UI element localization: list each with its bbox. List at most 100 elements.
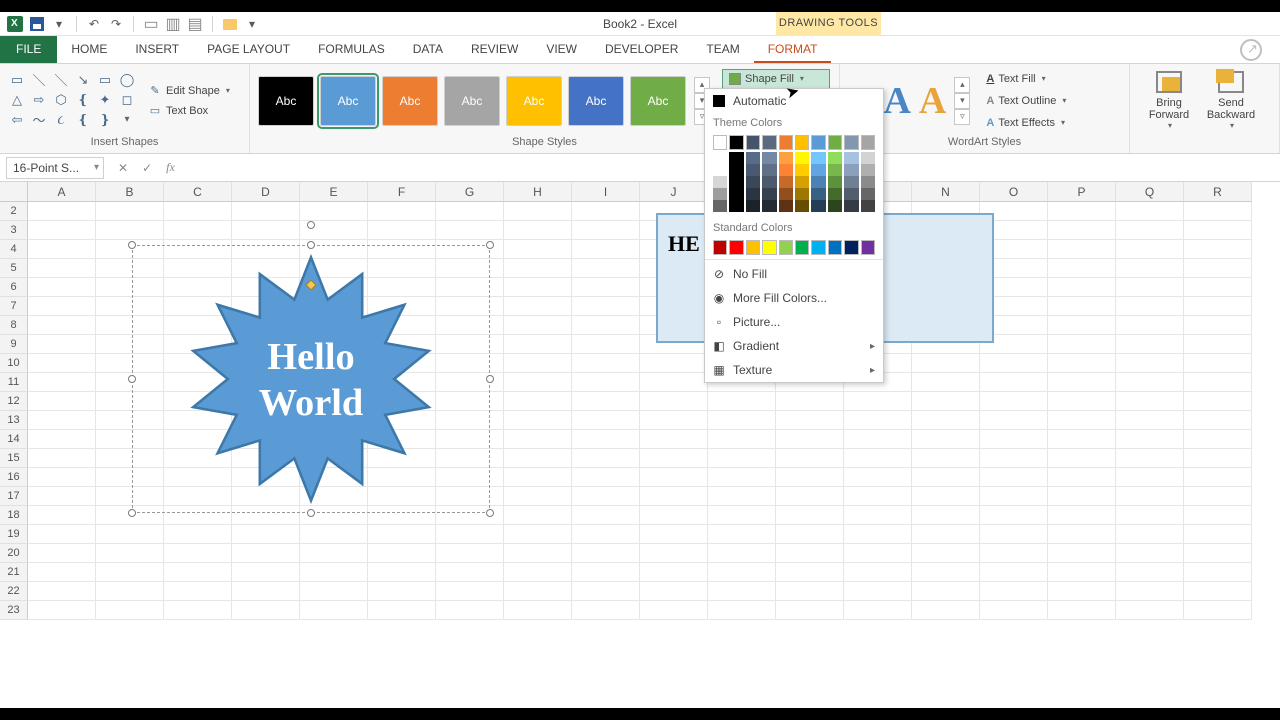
cell[interactable] (912, 487, 980, 506)
cell[interactable] (1116, 202, 1184, 221)
color-swatch[interactable] (795, 240, 809, 255)
cell[interactable] (1116, 373, 1184, 392)
col-header[interactable]: Q (1116, 182, 1184, 202)
cell[interactable] (572, 563, 640, 582)
cell[interactable] (504, 373, 572, 392)
color-swatch[interactable] (779, 200, 793, 212)
cell[interactable] (980, 487, 1048, 506)
cell[interactable] (504, 449, 572, 468)
shape-scribble-icon[interactable]: ૮ (52, 112, 70, 128)
cell[interactable] (28, 316, 96, 335)
color-swatch[interactable] (746, 176, 760, 188)
cell[interactable] (844, 582, 912, 601)
shape-brace-icon[interactable]: ❴ (74, 92, 92, 108)
shape-style-6[interactable]: Abc (568, 76, 624, 126)
cell[interactable] (572, 335, 640, 354)
cell[interactable] (708, 506, 776, 525)
cell[interactable] (1048, 601, 1116, 620)
handle-ne[interactable] (486, 241, 494, 249)
cell[interactable] (572, 506, 640, 525)
cell[interactable] (1048, 316, 1116, 335)
color-swatch[interactable] (762, 135, 776, 150)
cell[interactable] (572, 297, 640, 316)
cell[interactable] (572, 582, 640, 601)
row-header[interactable]: 8 (0, 316, 28, 335)
shape-style-1[interactable]: Abc (258, 76, 314, 126)
cell[interactable] (640, 525, 708, 544)
color-swatch[interactable] (811, 135, 825, 150)
cell[interactable] (504, 468, 572, 487)
color-swatch[interactable] (779, 135, 793, 150)
cell[interactable] (1184, 373, 1252, 392)
col-header[interactable]: F (368, 182, 436, 202)
color-swatch[interactable] (844, 135, 858, 150)
cell[interactable] (912, 430, 980, 449)
cell[interactable] (1048, 373, 1116, 392)
color-swatch[interactable] (729, 152, 743, 164)
qat-save-icon[interactable] (28, 15, 46, 33)
wordart-style-2[interactable]: A (883, 79, 910, 123)
cell[interactable] (1184, 240, 1252, 259)
cell[interactable] (436, 601, 504, 620)
cell[interactable] (640, 449, 708, 468)
row-header[interactable]: 10 (0, 354, 28, 373)
cell[interactable] (912, 468, 980, 487)
cell[interactable] (572, 601, 640, 620)
fx-icon[interactable]: fx (166, 160, 175, 175)
cell[interactable] (28, 525, 96, 544)
color-swatch[interactable] (713, 176, 727, 188)
cell[interactable] (708, 601, 776, 620)
cell[interactable] (912, 563, 980, 582)
cell[interactable] (640, 373, 708, 392)
color-swatch[interactable] (795, 176, 809, 188)
cell[interactable] (1184, 297, 1252, 316)
row-header[interactable]: 18 (0, 506, 28, 525)
shape-style-2[interactable]: Abc (320, 76, 376, 126)
cell[interactable] (28, 202, 96, 221)
cell[interactable] (1184, 468, 1252, 487)
color-swatch[interactable] (828, 135, 842, 150)
cell[interactable] (1184, 582, 1252, 601)
row-header[interactable]: 13 (0, 411, 28, 430)
cell[interactable] (300, 601, 368, 620)
cell[interactable] (232, 221, 300, 240)
cell[interactable] (28, 582, 96, 601)
cell[interactable] (232, 563, 300, 582)
color-swatch[interactable] (861, 135, 875, 150)
tab-format[interactable]: FORMAT (754, 35, 832, 63)
cell[interactable] (776, 563, 844, 582)
cell[interactable] (1116, 221, 1184, 240)
cell[interactable] (844, 468, 912, 487)
color-swatch[interactable] (844, 240, 858, 255)
cell[interactable] (912, 582, 980, 601)
cell[interactable] (232, 601, 300, 620)
color-swatch[interactable] (844, 200, 858, 212)
cell[interactable] (368, 601, 436, 620)
row-header[interactable]: 6 (0, 278, 28, 297)
cell[interactable] (1116, 259, 1184, 278)
cell[interactable] (96, 544, 164, 563)
cell[interactable] (28, 278, 96, 297)
cell[interactable] (1184, 392, 1252, 411)
color-swatch[interactable] (713, 152, 727, 164)
cell[interactable] (912, 354, 980, 373)
color-swatch[interactable] (828, 152, 842, 164)
color-swatch[interactable] (762, 240, 776, 255)
undo-icon[interactable]: ↶ (85, 15, 103, 33)
cell[interactable] (368, 525, 436, 544)
cell[interactable] (1116, 392, 1184, 411)
cell[interactable] (1116, 525, 1184, 544)
cell[interactable] (1116, 468, 1184, 487)
color-swatch[interactable] (828, 188, 842, 200)
cell[interactable] (708, 525, 776, 544)
shape-callout-icon[interactable]: ◻ (118, 92, 136, 108)
cell[interactable] (1116, 240, 1184, 259)
cell[interactable] (912, 392, 980, 411)
col-header[interactable]: C (164, 182, 232, 202)
cell[interactable] (1048, 221, 1116, 240)
cell[interactable] (504, 430, 572, 449)
cell[interactable] (436, 544, 504, 563)
col-header[interactable]: P (1048, 182, 1116, 202)
cell[interactable] (708, 430, 776, 449)
cell[interactable] (504, 354, 572, 373)
